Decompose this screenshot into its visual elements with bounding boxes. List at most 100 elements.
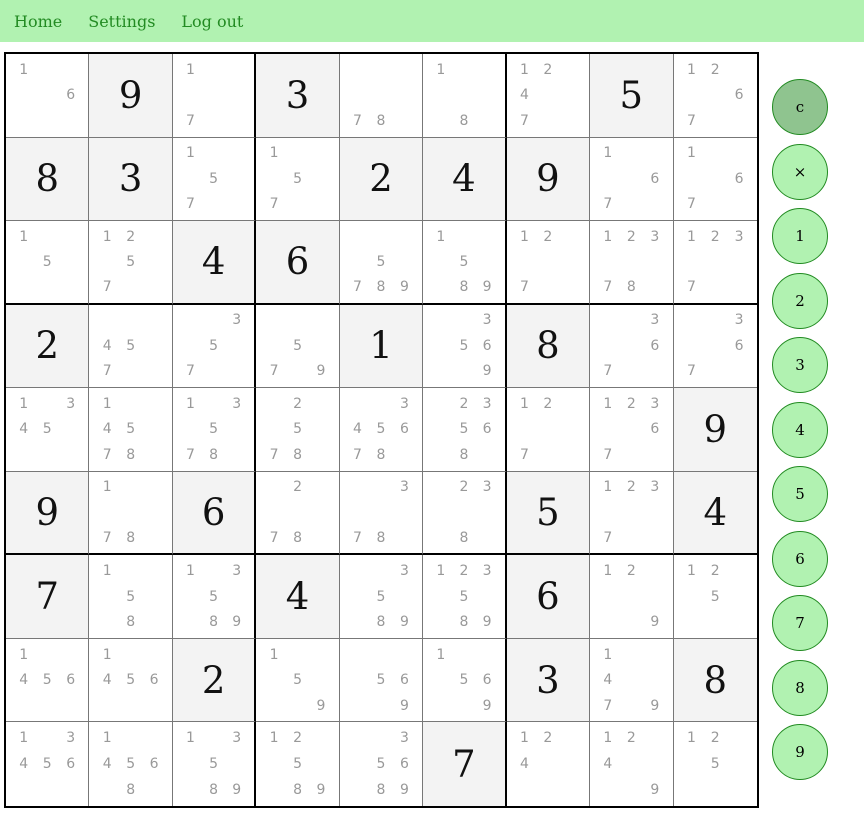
digit-2-button[interactable]: 2	[772, 272, 828, 329]
sudoku-cell[interactable]: 1589	[423, 221, 507, 305]
digit-3-button[interactable]: 3	[772, 337, 828, 393]
pencil-mark	[179, 609, 202, 635]
sudoku-cell[interactable]: 3	[89, 137, 173, 222]
sudoku-cell[interactable]: 9	[506, 137, 591, 222]
sudoku-cell[interactable]: 1 3 45	[6, 388, 90, 472]
sudoku-cell[interactable]: 2	[6, 304, 90, 389]
sudoku-cell[interactable]: 1 456	[89, 638, 173, 723]
sudoku-cell[interactable]: 123 7	[590, 471, 674, 556]
digit-8-button[interactable]: 8	[772, 659, 828, 716]
nav-home-link[interactable]: Home	[14, 12, 62, 31]
digit-1-button[interactable]: 1	[772, 208, 828, 264]
sudoku-cell[interactable]: 1 6 7	[673, 137, 757, 222]
sudoku-cell[interactable]: 1 4 7 9	[590, 638, 674, 723]
sudoku-cell[interactable]: 3 78	[339, 471, 424, 556]
sudoku-cell[interactable]: 1 4568	[89, 722, 173, 806]
sudoku-cell[interactable]: 1 456	[6, 638, 90, 723]
sudoku-cell[interactable]: 124 9	[590, 722, 674, 806]
sudoku-cell[interactable]: 457	[89, 304, 173, 389]
digit-7-button[interactable]: 7	[772, 595, 828, 651]
sudoku-cell[interactable]: 9	[673, 388, 757, 472]
sudoku-cell[interactable]: 35689	[339, 722, 424, 806]
sudoku-cell[interactable]: 1 3 456	[6, 722, 90, 806]
sudoku-cell[interactable]: 4	[172, 221, 257, 305]
sudoku-cell[interactable]: 124	[506, 722, 591, 806]
sudoku-cell[interactable]: 12 7	[506, 388, 591, 472]
sudoku-cell[interactable]: 15	[6, 221, 90, 305]
sudoku-cell[interactable]: 2 78	[256, 471, 340, 556]
sudoku-cell[interactable]: 123 7	[673, 221, 757, 305]
sudoku-cell[interactable]: 12 5 89	[256, 722, 340, 806]
sudoku-cell[interactable]: 16	[6, 54, 90, 138]
nav-settings-link[interactable]: Settings	[88, 12, 155, 31]
sudoku-cell[interactable]: 9	[89, 54, 173, 138]
sudoku-cell[interactable]: 23 8	[423, 471, 507, 556]
sudoku-cell[interactable]: 12 57	[89, 221, 173, 305]
sudoku-cell[interactable]: 17	[172, 54, 257, 138]
sudoku-cell[interactable]: 2	[172, 638, 257, 723]
sudoku-cell[interactable]: 1235 89	[423, 555, 507, 639]
sudoku-cell[interactable]: 4	[673, 471, 757, 556]
sudoku-cell[interactable]: 3	[506, 638, 591, 723]
sudoku-cell[interactable]: 12 5	[673, 555, 757, 639]
sudoku-cell[interactable]: 123 6 7	[590, 388, 674, 472]
sudoku-cell[interactable]: 35 89	[339, 555, 424, 639]
sudoku-cell[interactable]: 3 456 78	[339, 388, 424, 472]
sudoku-cell[interactable]: 12 5	[673, 722, 757, 806]
sudoku-cell[interactable]: 1569	[423, 638, 507, 723]
pencil-mark	[452, 83, 475, 109]
sudoku-cell[interactable]: 1	[339, 304, 424, 389]
sudoku-cell[interactable]: 57 9	[256, 304, 340, 389]
nav-logout-link[interactable]: Log out	[181, 12, 243, 31]
sudoku-cell[interactable]: 124 7	[506, 54, 591, 138]
sudoku-cell[interactable]: 7	[423, 722, 507, 806]
sudoku-cell[interactable]: 7	[6, 555, 90, 639]
sudoku-cell[interactable]: 2	[339, 137, 424, 222]
sudoku-cell[interactable]: 357	[172, 304, 257, 389]
sudoku-cell[interactable]: 56 9	[339, 638, 424, 723]
sudoku-cell[interactable]: 6	[172, 471, 257, 556]
sudoku-cell[interactable]: 1 35 89	[172, 722, 257, 806]
sudoku-cell[interactable]: 15 8	[89, 555, 173, 639]
sudoku-cell[interactable]: 23568	[423, 388, 507, 472]
sudoku-cell[interactable]: 4	[256, 555, 340, 639]
sudoku-cell[interactable]: 5789	[339, 221, 424, 305]
sudoku-cell[interactable]: 6	[256, 221, 340, 305]
sudoku-cell[interactable]: 12 9	[590, 555, 674, 639]
digit-4-button[interactable]: 4	[772, 401, 828, 458]
pencil-mark	[12, 108, 35, 134]
sudoku-cell[interactable]: 8	[506, 304, 591, 389]
sudoku-cell[interactable]: 5	[506, 471, 591, 556]
sudoku-cell[interactable]: 3	[256, 54, 340, 138]
sudoku-cell[interactable]: 1 6 7	[590, 137, 674, 222]
sudoku-cell[interactable]: 12 7	[506, 221, 591, 305]
sudoku-cell[interactable]: 3 6 7	[590, 304, 674, 389]
sudoku-cell[interactable]: 123 78	[590, 221, 674, 305]
sudoku-cell[interactable]: 3 6 7	[673, 304, 757, 389]
sudoku-cell[interactable]: 2 578	[256, 388, 340, 472]
digit-6-button[interactable]: 6	[772, 530, 828, 587]
digit-5-button[interactable]: 5	[772, 466, 828, 522]
sudoku-cell[interactable]: 8	[6, 137, 90, 222]
erase-button[interactable]: ×	[772, 143, 828, 200]
sudoku-cell[interactable]: 8	[673, 638, 757, 723]
pencil-mark	[596, 308, 619, 334]
sudoku-cell[interactable]: 157	[256, 137, 340, 222]
sudoku-cell[interactable]: 5	[590, 54, 674, 138]
sudoku-cell[interactable]: 356 9	[423, 304, 507, 389]
clear-mode-button[interactable]: c	[772, 79, 828, 135]
sudoku-cell[interactable]: 1 3578	[172, 388, 257, 472]
sudoku-cell[interactable]: 1 4578	[89, 388, 173, 472]
sudoku-cell[interactable]: 159	[256, 638, 340, 723]
pencil-mark	[35, 693, 58, 719]
sudoku-cell[interactable]: 9	[6, 471, 90, 556]
sudoku-cell[interactable]: 126 7	[673, 54, 757, 138]
digit-9-button[interactable]: 9	[772, 724, 828, 780]
sudoku-cell[interactable]: 157	[172, 137, 257, 222]
sudoku-cell[interactable]: 78	[339, 54, 424, 138]
sudoku-cell[interactable]: 4	[423, 137, 507, 222]
sudoku-cell[interactable]: 18	[423, 54, 507, 138]
sudoku-cell[interactable]: 1 78	[89, 471, 173, 556]
sudoku-cell[interactable]: 1 35 89	[172, 555, 257, 639]
sudoku-cell[interactable]: 6	[506, 555, 591, 639]
